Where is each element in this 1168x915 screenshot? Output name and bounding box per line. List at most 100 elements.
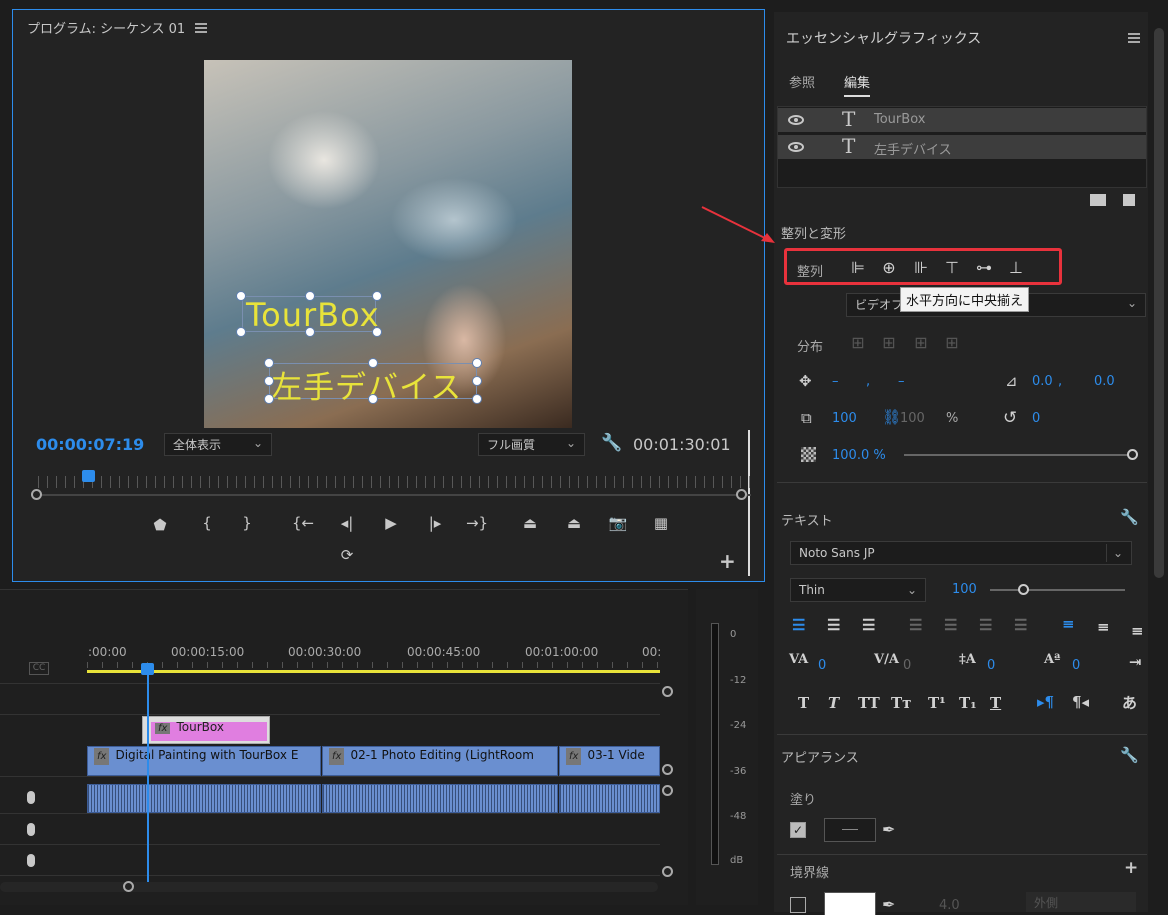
mic-icon[interactable] bbox=[27, 854, 35, 867]
tracking-value[interactable]: 0 bbox=[818, 658, 826, 673]
lift-icon[interactable]: ⏏ bbox=[518, 514, 542, 532]
fill-color-swatch[interactable] bbox=[824, 818, 876, 842]
resize-handle[interactable] bbox=[472, 394, 482, 404]
add-marker-icon[interactable]: ⬟ bbox=[148, 516, 172, 534]
font-size-slider[interactable] bbox=[990, 589, 1125, 591]
resize-handle[interactable] bbox=[264, 394, 274, 404]
panel-menu-icon[interactable] bbox=[1128, 33, 1140, 43]
faux-bold-icon[interactable]: T bbox=[798, 694, 809, 712]
graphic-clip-container[interactable]: fx TourBox bbox=[142, 716, 270, 744]
align-top-icon[interactable]: ⊤ bbox=[941, 258, 963, 278]
panel-menu-icon[interactable] bbox=[195, 23, 207, 33]
scale-locked-value[interactable]: 100 bbox=[900, 411, 925, 426]
justify-right-icon[interactable]: ☰ bbox=[979, 616, 992, 634]
mark-out-icon[interactable]: } bbox=[235, 514, 259, 532]
justify-left-icon[interactable]: ☰ bbox=[909, 616, 922, 634]
justify-center-icon[interactable]: ☰ bbox=[944, 616, 957, 634]
resize-handle[interactable] bbox=[372, 327, 382, 337]
go-to-out-icon[interactable]: →} bbox=[465, 514, 489, 532]
audio-clip[interactable] bbox=[87, 784, 321, 813]
tab-edit[interactable]: 編集 bbox=[844, 72, 871, 97]
new-group-folder-icon[interactable] bbox=[1090, 194, 1106, 206]
appearance-wrench-icon[interactable]: 🔧 bbox=[1120, 746, 1139, 764]
kerning-value[interactable]: 0 bbox=[903, 658, 911, 673]
resize-handle[interactable] bbox=[472, 358, 482, 368]
resize-handle[interactable] bbox=[472, 376, 482, 386]
step-back-icon[interactable]: ◂| bbox=[335, 514, 359, 532]
go-to-in-icon[interactable]: {← bbox=[291, 514, 315, 532]
video-clip[interactable]: fx 02-1 Photo Editing (LightRoom bbox=[322, 746, 558, 776]
resize-handle[interactable] bbox=[305, 291, 315, 301]
zoom-scroll-handle[interactable] bbox=[123, 881, 134, 892]
stroke-width-value[interactable]: 4.0 bbox=[939, 898, 960, 913]
new-layer-icon[interactable] bbox=[1123, 194, 1135, 206]
tab-browse[interactable]: 参照 bbox=[789, 72, 815, 91]
opacity-slider[interactable] bbox=[904, 454, 1129, 456]
align-vertical-center-icon[interactable]: ⊶ bbox=[973, 258, 995, 278]
resize-handle[interactable] bbox=[236, 327, 246, 337]
eye-icon[interactable] bbox=[788, 142, 804, 152]
align-horizontal-center-icon[interactable]: ⊕ bbox=[878, 258, 900, 278]
anchor-y[interactable]: 0.0 bbox=[1094, 374, 1115, 389]
mic-icon[interactable] bbox=[27, 791, 35, 804]
resize-handle[interactable] bbox=[264, 358, 274, 368]
tab-width-icon[interactable]: ⇥ bbox=[1129, 653, 1142, 671]
resize-handle[interactable] bbox=[236, 291, 246, 301]
resize-handle[interactable] bbox=[368, 358, 378, 368]
leading-value[interactable]: 0 bbox=[987, 658, 995, 673]
layer-row[interactable]: T TourBox bbox=[778, 107, 1146, 132]
justify-all-icon[interactable]: ☰ bbox=[1014, 616, 1027, 634]
subscript-icon[interactable]: T₁ bbox=[959, 694, 977, 712]
align-bottom-edge-icon[interactable]: ≡ bbox=[1131, 622, 1144, 640]
align-top-edge-icon[interactable]: ≡ bbox=[1062, 615, 1075, 633]
text-wrench-icon[interactable]: 🔧 bbox=[1120, 508, 1139, 526]
tsume-icon[interactable]: あ bbox=[1122, 692, 1137, 713]
rotation-value[interactable]: 0 bbox=[1032, 411, 1040, 426]
distribute-horizontal-icon[interactable]: ⊞ bbox=[847, 333, 869, 353]
font-size-slider-knob[interactable] bbox=[1018, 584, 1029, 595]
align-left-icon[interactable]: ⊫ bbox=[847, 258, 869, 278]
distribute-right-icon[interactable]: ⊞ bbox=[941, 333, 963, 353]
stroke-color-swatch[interactable] bbox=[824, 892, 876, 915]
font-size-value[interactable]: 100 bbox=[952, 582, 977, 597]
eyedropper-icon[interactable]: ✒ bbox=[882, 895, 895, 914]
scrub-end-handle[interactable] bbox=[736, 489, 747, 500]
horizontal-scrollbar[interactable] bbox=[0, 882, 658, 892]
mark-in-icon[interactable]: { bbox=[195, 514, 219, 532]
small-caps-icon[interactable]: Tт bbox=[891, 694, 911, 712]
time-ruler[interactable] bbox=[38, 476, 751, 488]
audio-clip[interactable] bbox=[322, 784, 558, 813]
baseline-value[interactable]: 0 bbox=[1072, 658, 1080, 673]
fill-checkbox[interactable]: ✓ bbox=[790, 822, 806, 838]
settings-wrench-icon[interactable]: 🔧 bbox=[601, 433, 622, 453]
step-forward-icon[interactable]: |▸ bbox=[423, 514, 447, 532]
opacity-slider-knob[interactable] bbox=[1127, 449, 1138, 460]
link-icon[interactable]: ⛓ bbox=[882, 408, 901, 426]
anchor-x[interactable]: 0.0 bbox=[1032, 374, 1053, 389]
zoom-dropdown[interactable]: 全体表示 ⌄ bbox=[164, 433, 272, 456]
superscript-icon[interactable]: T¹ bbox=[928, 694, 946, 712]
scrub-start-handle[interactable] bbox=[31, 489, 42, 500]
playhead[interactable] bbox=[82, 470, 95, 482]
add-button-icon[interactable]: + bbox=[719, 549, 736, 573]
track-scroll-handle[interactable] bbox=[662, 764, 673, 775]
all-caps-icon[interactable]: TT bbox=[858, 694, 880, 712]
scale-value[interactable]: 100 bbox=[832, 411, 857, 426]
audio-clip[interactable] bbox=[559, 784, 660, 813]
track-scroll-handle[interactable] bbox=[662, 785, 673, 796]
track-scroll-handle[interactable] bbox=[662, 686, 673, 697]
scrub-bar[interactable] bbox=[38, 494, 751, 496]
font-style-dropdown[interactable]: Thin ⌄ bbox=[790, 578, 926, 602]
mic-icon[interactable] bbox=[27, 823, 35, 836]
eye-icon[interactable] bbox=[788, 115, 804, 125]
extract-icon[interactable]: ⏏ bbox=[562, 514, 586, 532]
layer-row[interactable]: T 左手デバイス bbox=[778, 134, 1146, 159]
work-area-bar[interactable] bbox=[87, 670, 660, 673]
stroke-position-dropdown[interactable]: 外側 bbox=[1026, 892, 1136, 912]
resize-handle[interactable] bbox=[264, 376, 274, 386]
overlay-text-left-hand-device[interactable]: 左手デバイス bbox=[271, 362, 462, 407]
comparison-view-icon[interactable]: ▦ bbox=[649, 514, 673, 532]
quality-dropdown[interactable]: フル画質 ⌄ bbox=[478, 433, 585, 456]
rtl-text-icon[interactable]: ¶◂ bbox=[1072, 693, 1089, 711]
opacity-value[interactable]: 100.0 % bbox=[832, 448, 886, 463]
